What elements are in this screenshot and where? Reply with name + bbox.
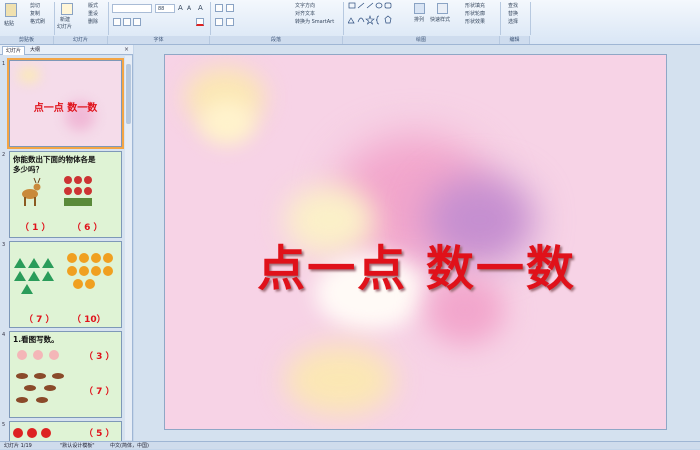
flower-pot-picture (64, 176, 92, 206)
reset-button[interactable]: 重设 (88, 10, 98, 17)
line-shape-icon[interactable] (357, 2, 365, 9)
thumb-5-answer-1: （ 5 ） (84, 429, 115, 439)
underline-icon[interactable] (133, 18, 141, 26)
flower-decoration (285, 345, 395, 415)
new-slide-icon[interactable] (61, 3, 73, 15)
select-button[interactable]: 选择 (508, 18, 518, 25)
thumb-4-answer-1: （ 3 ） (84, 352, 115, 362)
panel-tabs: 幻灯片 大纲 × (0, 45, 133, 55)
slide-number-1: 1 (2, 61, 6, 67)
peach-group (17, 350, 59, 360)
rounded-rect-shape-icon[interactable] (384, 2, 392, 9)
replace-button[interactable]: 替换 (508, 10, 518, 17)
curve-shape-icon[interactable] (357, 17, 365, 23)
clear-format-button[interactable]: A (198, 4, 203, 12)
thumbnail-scrollbar[interactable] (125, 56, 132, 440)
group-drawing: 绘图 (343, 36, 500, 44)
slide-thumb-5[interactable]: （ 5 ） (9, 421, 122, 441)
triangle-shape-icon[interactable] (348, 17, 355, 24)
slide-number-3: 3 (2, 242, 6, 248)
format-painter-button[interactable]: 格式刷 (30, 18, 45, 25)
numbering-icon[interactable] (226, 4, 234, 12)
oval-shape-icon[interactable] (375, 2, 383, 9)
layout-button[interactable]: 版式 (88, 2, 98, 9)
ribbon: 粘贴 剪切 复制 格式刷 新建 幻灯片 版式 重设 删除 88 A A A 文字… (0, 0, 700, 45)
quick-styles-icon[interactable] (437, 3, 448, 14)
slide-number-2: 2 (2, 152, 6, 158)
align-text-button[interactable]: 对齐文本 (295, 10, 315, 17)
shapes-gallery[interactable] (348, 2, 406, 32)
slide-thumb-4[interactable]: 1.看图写数。 （ 3 ） （ 7 ） (9, 331, 122, 418)
close-panel-icon[interactable]: × (124, 46, 129, 53)
pentagon-shape-icon[interactable] (384, 15, 392, 24)
status-bar: 幻灯片 1/19 "默认设计模板" 中文(简体，中国) (0, 441, 700, 449)
align-left-icon[interactable] (215, 18, 223, 26)
slide-number-5: 5 (2, 422, 6, 428)
find-button[interactable]: 查找 (508, 2, 518, 9)
tab-slides[interactable]: 幻灯片 (2, 46, 26, 55)
slides-panel: 幻灯片 大纲 × 1 点一点 数一数 2 你能数出下面的物体各是 多少吗？ （ … (0, 45, 133, 441)
thumb-4-pictures (16, 350, 64, 403)
thumb-2-answer-2: （ 6 ） (72, 223, 103, 233)
thumb-2-pictures (22, 176, 92, 206)
paste-button[interactable]: 粘贴 (4, 20, 14, 27)
font-size-value: 88 (158, 6, 165, 12)
font-size-select[interactable]: 88 (155, 4, 175, 13)
leaf-group (67, 253, 113, 289)
bullets-icon[interactable] (215, 4, 223, 12)
tab-outline[interactable]: 大纲 (27, 46, 43, 55)
new-slide-label2: 幻灯片 (57, 24, 73, 30)
current-slide[interactable]: 点一点 数一数 (164, 54, 667, 430)
slide-thumb-3[interactable]: （ 7 ） （ 10） (9, 241, 122, 328)
quick-styles-button[interactable]: 快速样式 (430, 16, 450, 23)
rectangle-shape-icon[interactable] (348, 2, 356, 9)
arrange-icon[interactable] (414, 3, 425, 14)
thumb-3-answer-1: （ 7 ） (24, 315, 55, 325)
arrange-button[interactable]: 排列 (414, 16, 424, 23)
group-paragraph: 段落 (210, 36, 343, 44)
group-slides: 幻灯片 (54, 36, 108, 44)
shape-outline-button[interactable]: 形状轮廓 (465, 10, 485, 17)
apple-group (13, 428, 51, 438)
slide-editor: 点一点 数一数 (134, 45, 700, 441)
thumb-3-answer-2: （ 10） (72, 315, 106, 325)
thumb-1-title: 点一点 数一数 (33, 103, 98, 114)
brace-shape-icon[interactable] (375, 15, 380, 25)
font-color-icon[interactable] (196, 18, 204, 26)
slide-number-4: 4 (2, 332, 6, 338)
italic-icon[interactable] (123, 18, 131, 26)
new-slide-button[interactable]: 新建 (60, 16, 70, 23)
smartart-button[interactable]: 转换为 SmartArt (295, 18, 334, 25)
thumb-3-pictures (14, 253, 113, 294)
mushroom-group (16, 373, 64, 403)
grow-font-button[interactable]: A (178, 4, 183, 12)
deer-picture (22, 177, 41, 206)
slide-title[interactable]: 点一点 数一数 (165, 229, 666, 299)
paste-icon[interactable] (5, 3, 17, 17)
scrollbar-thumb[interactable] (126, 64, 131, 124)
delete-button[interactable]: 删除 (88, 18, 98, 25)
shape-effects-button[interactable]: 形状效果 (465, 18, 485, 25)
group-editing: 编辑 (500, 36, 530, 44)
text-direction-button[interactable]: 文字方向 (295, 2, 315, 9)
star-shape-icon[interactable] (365, 15, 375, 25)
shrink-font-button[interactable]: A (187, 5, 191, 12)
font-name-select[interactable] (112, 4, 152, 13)
triangle-group (14, 258, 54, 294)
bold-icon[interactable] (113, 18, 121, 26)
group-clipboard: 剪贴板 (0, 36, 54, 44)
flower-decoration (200, 100, 255, 145)
arrow-shape-icon[interactable] (366, 2, 374, 9)
thumb-4-answer-2: （ 7 ） (84, 387, 115, 397)
cut-button[interactable]: 剪切 (30, 2, 40, 9)
group-font: 字体 (108, 36, 210, 44)
align-center-icon[interactable] (226, 18, 234, 26)
thumb-2-answer-1: （ 1 ） (20, 223, 51, 233)
shape-fill-button[interactable]: 形状填充 (465, 2, 485, 9)
slide-thumb-2[interactable]: 你能数出下面的物体各是 多少吗？ （ 1 ） （ 6 ） (9, 151, 122, 238)
copy-button[interactable]: 复制 (30, 10, 40, 17)
slide-thumb-1[interactable]: 点一点 数一数 (7, 58, 124, 149)
